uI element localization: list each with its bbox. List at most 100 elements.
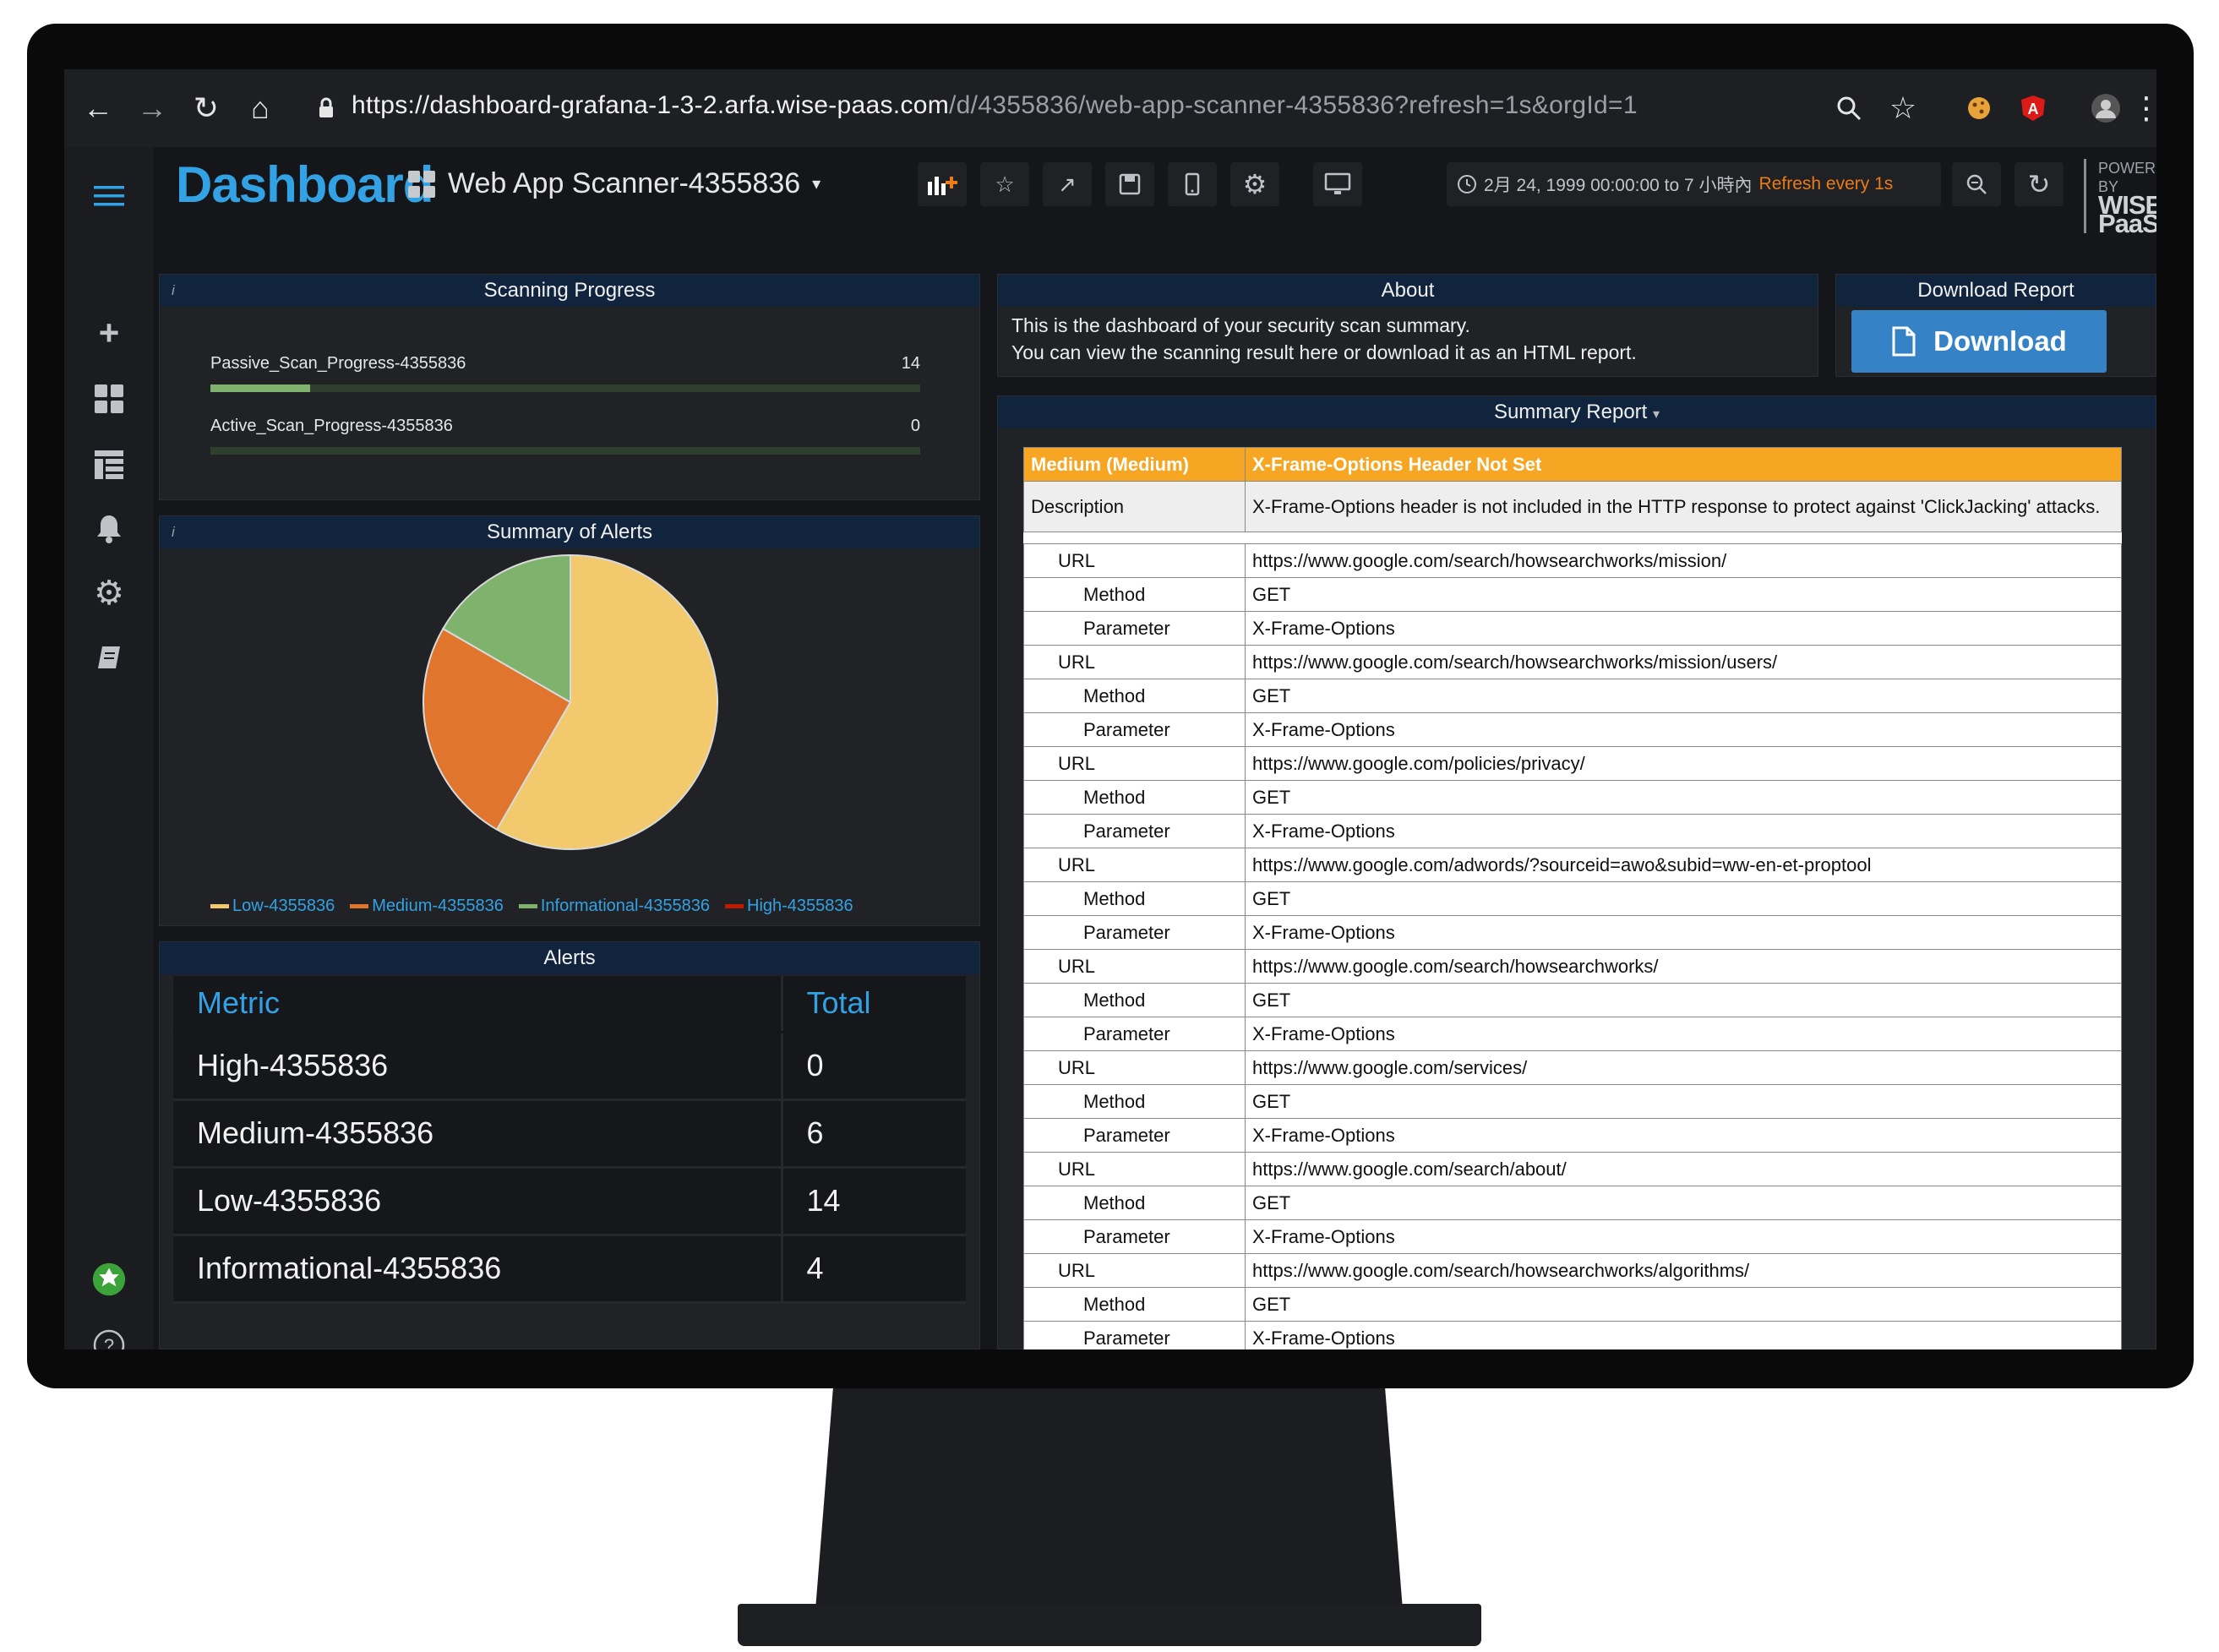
share-icon: ↗ (1058, 171, 1077, 197)
forward-icon[interactable]: → (135, 90, 169, 127)
report-param-row: Parameter X-Frame-Options (1023, 1118, 2122, 1153)
report-url-row: URL https://www.google.com/services/ (1023, 1050, 2122, 1085)
download-report-panel: Download Report Download (1835, 274, 2156, 377)
report-url-row: URL https://www.google.com/search/about/ (1023, 1152, 2122, 1186)
svg-text:?: ? (104, 1335, 114, 1349)
user-avatar-icon[interactable] (92, 1262, 126, 1296)
metric-cell: High-4355836 (173, 1032, 783, 1101)
report-param-label: Parameter (1023, 611, 1246, 646)
progress-value: 14 (901, 354, 920, 373)
legend-label: Informational-4355836 (540, 897, 711, 915)
column-header-total[interactable]: Total (782, 976, 966, 1033)
legend-item[interactable]: High-4355836 (725, 897, 853, 916)
report-method-value: GET (1245, 679, 2122, 713)
info-icon[interactable]: i (172, 516, 175, 548)
info-icon[interactable]: i (172, 275, 175, 307)
legend-item[interactable]: Low-4355836 (210, 897, 335, 916)
powered-by-logo: POWERED BY WISE-PaaS (2084, 159, 2156, 237)
download-button[interactable]: Download (1851, 310, 2107, 373)
create-plus-icon[interactable]: + (92, 313, 126, 352)
report-method-row: Method GET (1023, 983, 2122, 1017)
reload-icon[interactable]: ↻ (189, 90, 223, 127)
home-icon[interactable]: ⌂ (243, 90, 277, 127)
url-path: /d/4355836/web-app-scanner-4355836?refre… (949, 91, 1638, 119)
report-url-label: URL (1023, 1050, 1246, 1085)
report-param-value: X-Frame-Options (1245, 915, 2122, 950)
report-url-value[interactable]: https://www.google.com/search/howsearchw… (1245, 543, 2122, 578)
cookie-extension-icon[interactable] (1962, 90, 1996, 127)
report-method-row: Method GET (1023, 1186, 2122, 1220)
panel-title[interactable]: Download Report (1836, 275, 2156, 307)
time-range-picker[interactable]: 2月 24, 1999 00:00:00 to 7 小時內 Refresh ev… (1447, 162, 1941, 206)
mobile-view-button[interactable] (1168, 162, 1217, 206)
report-url-value[interactable]: https://www.google.com/search/howsearchw… (1245, 949, 2122, 984)
browser-menu-icon[interactable]: ⋮ (2129, 90, 2156, 127)
metric-cell: Informational-4355836 (173, 1235, 783, 1304)
back-icon[interactable]: ← (81, 90, 115, 127)
report-url-value[interactable]: https://www.google.com/services/ (1245, 1050, 2122, 1085)
report-method-label: Method (1023, 881, 1246, 916)
spacer-cell (1023, 532, 2122, 544)
explore-panel-icon[interactable] (92, 448, 126, 482)
panel-title[interactable]: Summary Report ▾ (998, 396, 2156, 428)
legend-item[interactable]: Informational-4355836 (518, 897, 711, 916)
profile-avatar-icon[interactable] (2089, 90, 2123, 127)
progress-label: Passive_Scan_Progress-4355836 (210, 354, 466, 373)
add-panel-button[interactable] (918, 162, 967, 206)
share-button[interactable]: ↗ (1043, 162, 1092, 206)
report-method-label: Method (1023, 1186, 1246, 1220)
mobile-icon (1185, 172, 1200, 196)
brand-logo[interactable]: Dashboard (176, 155, 433, 214)
report-url-value[interactable]: https://www.google.com/search/howsearchw… (1245, 1253, 2122, 1288)
column-header-metric[interactable]: Metric (173, 976, 783, 1033)
bookmark-star-icon[interactable]: ☆ (1886, 90, 1920, 127)
report-param-row: Parameter X-Frame-Options (1023, 611, 2122, 646)
report-url-label: URL (1023, 848, 1246, 882)
star-dashboard-button[interactable]: ☆ (980, 162, 1029, 206)
save-button[interactable] (1105, 162, 1154, 206)
panel-title[interactable]: About (998, 275, 1818, 307)
risk-level-cell: Medium (Medium) (1023, 447, 1246, 482)
total-cell: 6 (782, 1099, 966, 1169)
configuration-gear-icon[interactable]: ⚙ (92, 575, 126, 612)
settings-button[interactable]: ⚙ (1230, 162, 1279, 206)
angular-extension-icon[interactable]: A (2016, 90, 2050, 127)
progress-label: Active_Scan_Progress-4355836 (210, 417, 453, 435)
report-url-value[interactable]: https://www.google.com/search/howsearchw… (1245, 645, 2122, 679)
caret-down-icon: ▾ (812, 175, 821, 194)
report-url-value[interactable]: https://www.google.com/adwords/?sourceid… (1245, 848, 2122, 882)
panel-title[interactable]: i Summary of Alerts (160, 516, 979, 548)
caret-down-icon: ▾ (1653, 407, 1660, 422)
report-param-value: X-Frame-Options (1245, 1017, 2122, 1051)
help-icon[interactable]: ? (92, 1328, 126, 1349)
legend-item[interactable]: Medium-4355836 (350, 897, 504, 916)
dashboard-picker[interactable]: Web App Scanner-4355836 ▾ (407, 167, 821, 200)
zoom-icon[interactable] (1832, 90, 1866, 127)
alerting-bell-icon[interactable] (92, 512, 126, 546)
description-text: X-Frame-Options header is not included i… (1245, 481, 2122, 532)
menu-hamburger-icon[interactable] (92, 179, 126, 213)
tv-mode-button[interactable] (1313, 162, 1362, 206)
report-url-label: URL (1023, 949, 1246, 984)
report-url-row: URL https://www.google.com/search/howsear… (1023, 949, 2122, 984)
dashboards-grid-icon[interactable] (92, 382, 126, 416)
report-method-value: GET (1245, 881, 2122, 916)
report-method-label: Method (1023, 679, 1246, 713)
refresh-button[interactable]: ↻ (2015, 162, 2064, 206)
report-param-row: Parameter X-Frame-Options (1023, 814, 2122, 848)
report-param-label: Parameter (1023, 1219, 1246, 1254)
report-url-value[interactable]: https://www.google.com/policies/privacy/ (1245, 746, 2122, 781)
address-bar[interactable]: https://dashboard-grafana-1-3-2.arfa.wis… (352, 91, 1638, 120)
report-header-row: Medium (Medium) X-Frame-Options Header N… (1023, 447, 2122, 482)
report-url-value[interactable]: https://www.google.com/search/about/ (1245, 1152, 2122, 1186)
monitor-icon (1324, 172, 1351, 194)
panel-title[interactable]: i Scanning Progress (160, 275, 979, 307)
panel-title-text: About (1381, 279, 1435, 302)
zoom-out-button[interactable] (1952, 162, 2001, 206)
table-row: Medium-4355836 6 (173, 1099, 966, 1169)
plugins-book-icon[interactable] (92, 641, 126, 674)
report-method-label: Method (1023, 780, 1246, 815)
legend-label: High-4355836 (747, 897, 853, 915)
report-scroll-area[interactable]: Medium (Medium) X-Frame-Options Header N… (1023, 447, 2122, 1349)
panel-title[interactable]: Alerts (160, 942, 979, 974)
